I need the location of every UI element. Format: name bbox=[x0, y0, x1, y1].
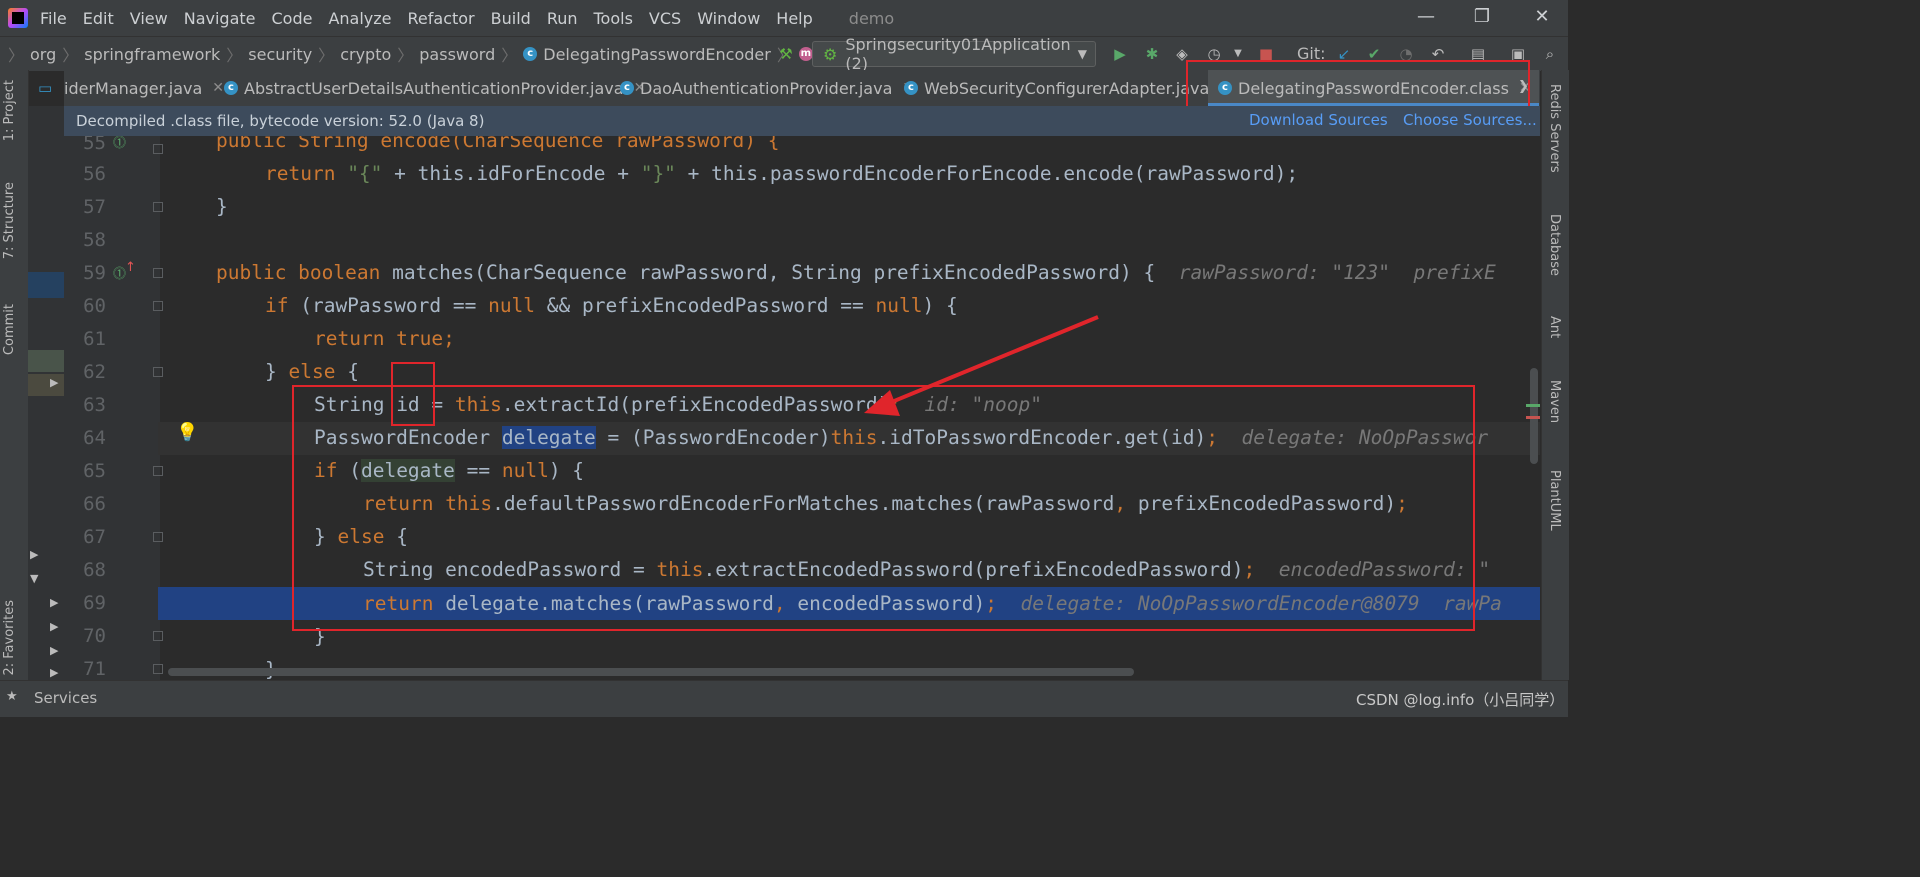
breadcrumb-security[interactable]: security bbox=[248, 45, 312, 64]
download-sources-link[interactable]: Download Sources bbox=[1249, 111, 1388, 129]
debug-side-panel: ▶ ▶ ▼ ▶ ▶ ▶ ▶ bbox=[28, 106, 64, 680]
tool-tab-ant[interactable]: Ant bbox=[1547, 316, 1562, 338]
expand-arrow-icon[interactable]: ▶ bbox=[50, 666, 58, 679]
tab-label: iderManager.java bbox=[64, 78, 203, 98]
menu-analyze[interactable]: Analyze bbox=[328, 9, 391, 28]
tool-tab-commit[interactable]: Commit bbox=[2, 304, 17, 355]
choose-sources-link[interactable]: Choose Sources... bbox=[1403, 111, 1537, 129]
expand-arrow-icon[interactable]: ▶ bbox=[50, 596, 58, 609]
change-marker bbox=[1526, 404, 1540, 407]
class-icon: c bbox=[523, 47, 538, 61]
breadcrumb-separator-icon: 〉 bbox=[226, 46, 243, 65]
search-icon[interactable]: ⌕ bbox=[1540, 45, 1560, 63]
tool-tab-favorites[interactable]: 2: Favorites bbox=[2, 600, 17, 676]
run-configuration-select[interactable]: ⚙ Springsecurity01Application (2) ▼ bbox=[812, 35, 1096, 73]
expand-arrow-icon[interactable]: ▶ bbox=[50, 620, 58, 633]
annotation-arrow-icon bbox=[864, 315, 1099, 416]
tool-tab-project[interactable]: 1: Project bbox=[2, 80, 17, 141]
breadcrumb-separator-icon: 〉 bbox=[501, 46, 518, 65]
status-bar: ★ Services CSDN @log.info（小吕同学） bbox=[0, 680, 1568, 717]
csdn-watermark: CSDN @log.info（小吕同学） bbox=[1356, 691, 1565, 709]
breadcrumb-password[interactable]: password bbox=[419, 45, 495, 64]
code-editor[interactable]: 55 56 57 58 59 60 61 62 63 64 65 66 67 6… bbox=[64, 136, 1540, 680]
close-window-icon[interactable]: ✕ bbox=[1530, 6, 1554, 27]
tab-label: WebSecurityConfigurerAdapter.java bbox=[924, 78, 1210, 98]
panel-highlight bbox=[28, 272, 64, 298]
tool-tab-redis-servers[interactable]: Redis Servers bbox=[1547, 84, 1562, 173]
breadcrumb-separator-icon: 〉 bbox=[318, 46, 335, 65]
tool-tab-plantuml[interactable]: PlantUML bbox=[1547, 470, 1562, 531]
chevron-down-icon: ▼ bbox=[1077, 47, 1087, 61]
class-icon: c bbox=[224, 81, 238, 95]
menu-build[interactable]: Build bbox=[491, 9, 531, 28]
debug-icon[interactable]: ✱ bbox=[1142, 45, 1162, 63]
menu-window[interactable]: Window bbox=[697, 9, 760, 28]
tool-tab-structure[interactable]: 7: Structure bbox=[2, 182, 17, 259]
panel-highlight bbox=[28, 350, 64, 372]
menu-navigate[interactable]: Navigate bbox=[184, 9, 256, 28]
arrow-head bbox=[864, 390, 900, 416]
editor-tab-bar: ▭ iderManager.java ✕ c AbstractUserDetails… bbox=[38, 60, 1540, 119]
menu-vcs[interactable]: VCS bbox=[649, 9, 681, 28]
change-marker bbox=[1526, 416, 1540, 419]
class-icon: c bbox=[904, 81, 918, 95]
menu-file[interactable]: File bbox=[40, 9, 67, 28]
close-tab-icon[interactable]: ✕ bbox=[212, 80, 224, 96]
breadcrumb-separator-icon: 〉 bbox=[8, 46, 25, 65]
menu-bar: File Edit View Navigate Code Analyze Ref… bbox=[0, 0, 1568, 36]
banner-text: Decompiled .class file, bytecode version… bbox=[76, 112, 485, 130]
project-title: demo bbox=[848, 8, 895, 28]
breadcrumb-separator-icon: 〉 bbox=[397, 46, 414, 65]
tab-label: DaoAuthenticationProvider.java bbox=[640, 78, 893, 98]
menu-tools[interactable]: Tools bbox=[594, 9, 633, 28]
breadcrumb-class[interactable]: c DelegatingPasswordEncoder bbox=[523, 45, 771, 64]
breadcrumb-crypto[interactable]: crypto bbox=[340, 45, 391, 64]
tool-tab-database[interactable]: Database bbox=[1547, 214, 1562, 276]
project-view-icon[interactable]: ▭ bbox=[38, 79, 52, 97]
spring-boot-icon: ⚙ bbox=[823, 44, 838, 64]
decompiled-banner: Decompiled .class file, bytecode version… bbox=[64, 106, 1540, 136]
menu-run[interactable]: Run bbox=[547, 9, 578, 28]
breadcrumb-springframework[interactable]: springframework bbox=[84, 45, 220, 64]
menu-view[interactable]: View bbox=[130, 9, 168, 28]
menu-code[interactable]: Code bbox=[272, 9, 313, 28]
services-tool-button[interactable]: Services bbox=[34, 689, 97, 707]
tab-dao-authentication[interactable]: cDaoAuthenticationProvider.java✕ bbox=[620, 70, 914, 106]
tab-provider-manager[interactable]: iderManager.java ✕ bbox=[64, 70, 224, 106]
tab-web-security-configurer[interactable]: cWebSecurityConfigurerAdapter.java✕ bbox=[904, 70, 1231, 106]
menu-edit[interactable]: Edit bbox=[83, 9, 114, 28]
right-tool-strip: Redis Servers Database Ant Maven PlantUM… bbox=[1541, 70, 1569, 680]
arrow-shaft bbox=[881, 315, 1099, 408]
collapse-arrow-icon[interactable]: ▼ bbox=[30, 572, 38, 585]
build-hammer-icon[interactable]: ⚒ bbox=[776, 45, 796, 63]
restore-icon[interactable]: ❐ bbox=[1470, 6, 1494, 27]
run-icon[interactable]: ▶ bbox=[1110, 45, 1130, 63]
menu-refactor[interactable]: Refactor bbox=[408, 9, 475, 28]
expand-arrow-icon[interactable]: ▶ bbox=[50, 644, 58, 657]
run-configuration-label: Springsecurity01Application (2) bbox=[845, 35, 1071, 73]
class-icon: c bbox=[620, 81, 634, 95]
minimize-icon[interactable]: — bbox=[1414, 6, 1438, 27]
tool-tab-maven[interactable]: Maven bbox=[1547, 380, 1562, 423]
method-icon: m bbox=[798, 47, 813, 61]
expand-arrow-icon[interactable]: ▶ bbox=[50, 376, 58, 389]
breadcrumb-org[interactable]: org bbox=[30, 45, 56, 64]
menu-help[interactable]: Help bbox=[776, 9, 812, 28]
star-icon[interactable]: ★ bbox=[6, 689, 18, 704]
left-tool-strip: 1: Project 7: Structure Commit 2: Favori… bbox=[0, 70, 29, 680]
breadcrumb-class-label: DelegatingPasswordEncoder bbox=[543, 44, 771, 64]
tab-abstract-user-details[interactable]: c AbstractUserDetailsAuthenticationProvid… bbox=[224, 70, 645, 106]
horizontal-scrollbar[interactable] bbox=[168, 668, 1134, 676]
intellij-logo-icon bbox=[8, 8, 28, 28]
breadcrumb-separator-icon: 〉 bbox=[62, 46, 79, 65]
expand-arrow-icon[interactable]: ▶ bbox=[30, 548, 38, 561]
panel-highlight bbox=[28, 374, 64, 396]
tab-label: AbstractUserDetailsAuthenticationProvide… bbox=[244, 78, 624, 98]
